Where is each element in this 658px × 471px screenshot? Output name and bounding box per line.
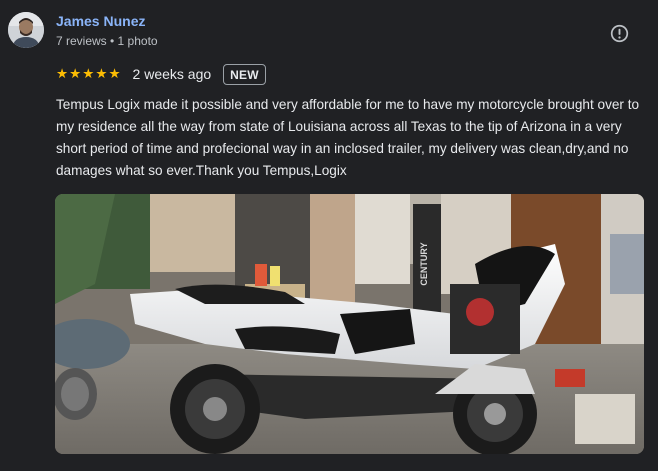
star-icon: ★ [108,66,121,82]
star-icon: ★ [95,66,108,82]
century-sign: CENTURY [419,242,429,285]
report-review-button[interactable] [610,24,629,43]
new-badge: NEW [223,63,266,85]
reviewer-name-link[interactable]: James Nunez [56,13,145,29]
report-flag-icon [610,24,629,43]
review-text: Tempus Logix made it possible and very a… [56,97,640,178]
review-date: 2 weeks ago [132,66,212,82]
star-rating: ★ ★ ★ ★ ★ [56,67,121,81]
star-icon: ★ [69,66,82,82]
star-icon: ★ [82,66,95,82]
review-photo-motorcycle: CENTURY [55,194,644,454]
avatar-photo [8,12,44,48]
rating-row: ★ ★ ★ ★ ★ 2 weeks ago NEW [56,63,266,85]
reviewer-avatar[interactable] [8,12,44,48]
reviewer-meta: 7 reviews • 1 photo [56,34,158,48]
review-photo[interactable]: CENTURY [55,194,644,454]
star-icon: ★ [56,66,69,82]
